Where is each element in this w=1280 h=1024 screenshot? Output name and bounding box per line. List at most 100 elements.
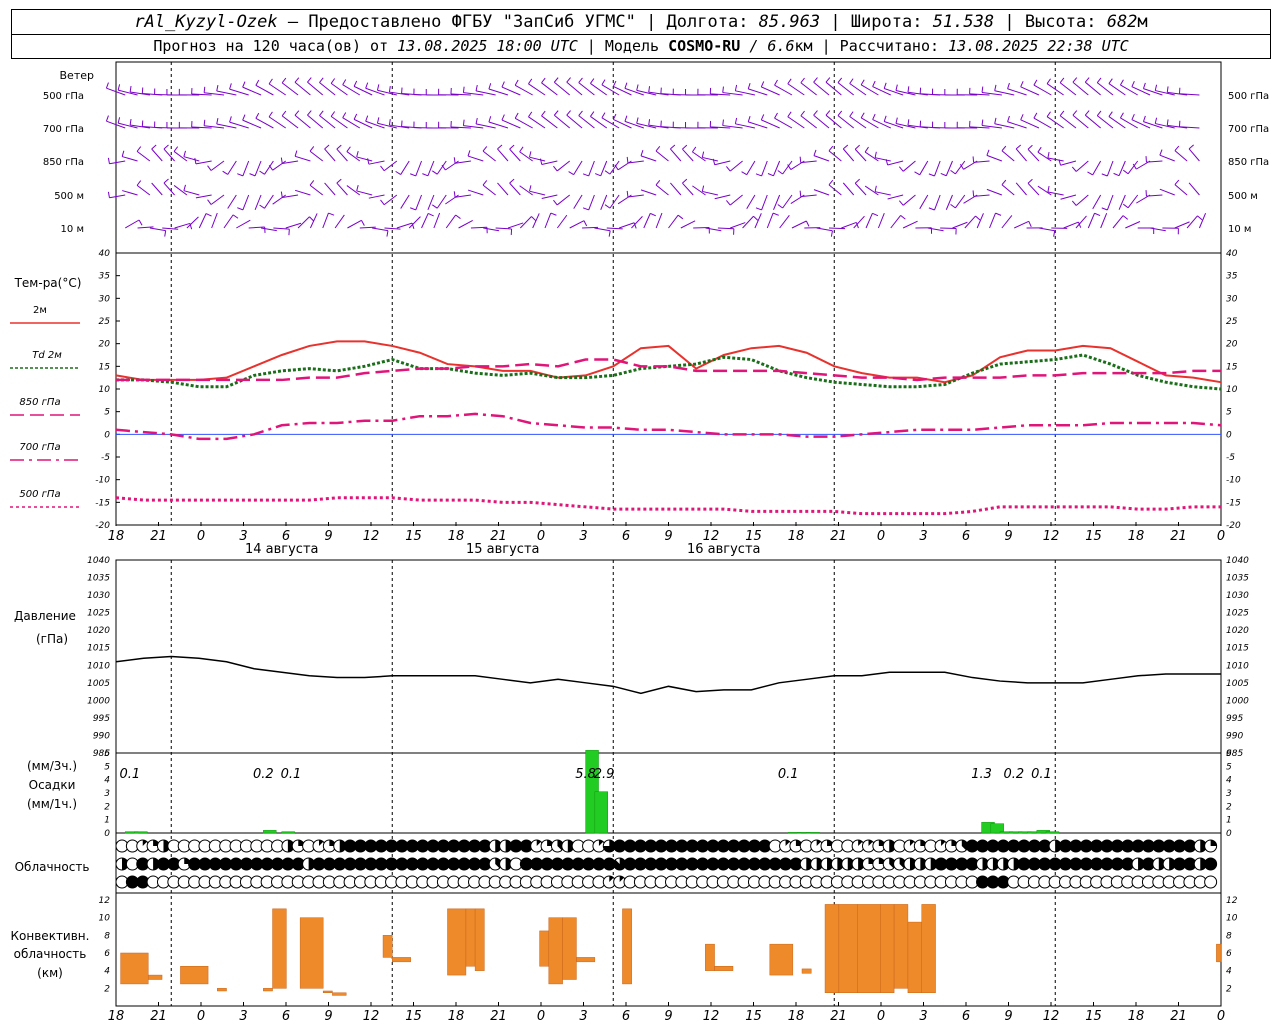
wind-barb-flag bbox=[462, 86, 465, 93]
conv-bar bbox=[824, 904, 840, 994]
wind-barb-flag bbox=[529, 151, 532, 158]
wind-barb bbox=[1112, 215, 1124, 229]
wind-barb bbox=[1188, 182, 1200, 196]
wind-barb-flag bbox=[568, 171, 574, 176]
wind-barb-flag bbox=[650, 212, 656, 217]
temp-y-tick-right: 15 bbox=[1226, 362, 1238, 372]
wind-barb bbox=[162, 227, 179, 230]
wind-barb bbox=[640, 189, 657, 196]
pressure-y-tick-right: 1030 bbox=[1226, 591, 1249, 601]
wind-barb-flag bbox=[151, 144, 157, 150]
wind-barb bbox=[1072, 81, 1089, 96]
time-tick-label-bottom: 9 bbox=[324, 1009, 332, 1024]
wind-barb bbox=[1118, 194, 1126, 210]
wind-barb bbox=[887, 160, 904, 166]
wind-barb bbox=[853, 215, 865, 229]
wind-barb-flag bbox=[173, 146, 179, 152]
wind-barb bbox=[902, 160, 916, 172]
wind-barb-flag bbox=[136, 146, 142, 152]
wind-barb-flag bbox=[259, 204, 265, 209]
meteogram-svg: 18 21 0 3 6 9 12 15 18 21 0 3 6 9 12 15 18 21 0 3 6 9 12 15 18 21… bbox=[10, 61, 1269, 1024]
wind-barb-flag bbox=[726, 200, 731, 206]
precip-y-tick-right: 3 bbox=[1226, 789, 1232, 799]
time-tick-label: 15 bbox=[1085, 529, 1102, 544]
wind-barb bbox=[902, 220, 918, 229]
wind-barb-flag bbox=[842, 144, 849, 150]
wind-barb-flag bbox=[553, 165, 558, 172]
wind-barb-flag bbox=[722, 86, 724, 93]
time-tick-label-bottom: 12 bbox=[363, 1009, 380, 1024]
wind-barb bbox=[415, 194, 423, 211]
wind-barb bbox=[1075, 160, 1089, 172]
wind-barb-flag bbox=[376, 117, 380, 124]
wind-barb-flag bbox=[242, 114, 246, 121]
wind-barb-flag bbox=[441, 164, 446, 171]
wind-barb-flag bbox=[1096, 110, 1102, 116]
wind-barb-flag bbox=[1033, 79, 1038, 86]
wind-barb-flag bbox=[294, 150, 298, 157]
wind-barb bbox=[467, 189, 484, 196]
wind-barb bbox=[569, 220, 585, 229]
wind-barb-flag bbox=[895, 84, 898, 91]
wind-barb bbox=[400, 194, 410, 209]
wind-barb-flag bbox=[163, 144, 169, 150]
time-tick-label-bottom: 18 bbox=[108, 1009, 125, 1024]
wind-barb-flag bbox=[624, 115, 628, 122]
cloud-symbol bbox=[1204, 857, 1218, 871]
temp-y-tick: 35 bbox=[99, 272, 111, 282]
wind-barb-flag bbox=[772, 212, 779, 216]
wind-barb bbox=[254, 194, 262, 211]
time-tick-label: 0 bbox=[1217, 529, 1225, 544]
wind-barb bbox=[813, 114, 830, 129]
wind-barb bbox=[264, 160, 274, 175]
precip-bar bbox=[806, 832, 820, 834]
wind-barb-flag bbox=[872, 80, 876, 87]
wind-barb bbox=[136, 184, 151, 196]
wind-barb bbox=[919, 160, 929, 176]
wind-barb-flag bbox=[395, 170, 401, 175]
time-tick-label: 12 bbox=[363, 529, 380, 544]
wind-barb-flag bbox=[136, 180, 142, 186]
wind-barb bbox=[782, 194, 793, 209]
wind-level-label: 700 гПа bbox=[43, 124, 84, 135]
wind-barb-flag bbox=[972, 190, 975, 197]
wind-barb-flag bbox=[105, 82, 109, 89]
wind-barb bbox=[509, 182, 521, 196]
wind-barb-flag bbox=[677, 214, 684, 220]
wind-barb-flag bbox=[813, 77, 818, 83]
wind-barb-flag bbox=[854, 178, 860, 184]
wind-barb-flag bbox=[268, 78, 273, 85]
time-tick-label: 21 bbox=[830, 529, 847, 544]
wind-barb-flag bbox=[655, 179, 661, 186]
wind-barb-flag bbox=[928, 173, 935, 177]
wind-barb-flag bbox=[514, 112, 519, 119]
wind-barb bbox=[264, 194, 274, 209]
wind-barb bbox=[400, 160, 410, 175]
wind-barb bbox=[1100, 212, 1108, 229]
wind-barb bbox=[1059, 82, 1077, 96]
conv-y-tick: 2 bbox=[104, 984, 110, 994]
wind-barb bbox=[1106, 194, 1114, 211]
wind-barb-flag bbox=[346, 146, 351, 152]
temp-y-tick-right: 40 bbox=[1226, 249, 1238, 259]
wind-barb bbox=[1159, 188, 1175, 196]
wind-barb bbox=[336, 182, 348, 196]
wind-barb bbox=[122, 156, 138, 162]
wind-barb-flag bbox=[431, 204, 438, 209]
wind-barb-flag bbox=[800, 110, 805, 117]
temp-y-tick-right: -10 bbox=[1226, 476, 1241, 486]
conv-y-tick: 8 bbox=[104, 931, 110, 941]
wind-barb-flag bbox=[860, 112, 865, 119]
wind-barb-flag bbox=[995, 212, 1002, 216]
wind-barb bbox=[532, 213, 540, 229]
conv-bar bbox=[217, 988, 227, 992]
time-tick-label: 9 bbox=[324, 529, 332, 544]
wind-barb bbox=[1092, 160, 1102, 176]
wind-barb-flag bbox=[883, 82, 887, 89]
temp-y-tick: -10 bbox=[95, 476, 110, 486]
wind-barb bbox=[210, 160, 225, 171]
wind-barb bbox=[421, 213, 429, 229]
wind-barb-flag bbox=[1047, 185, 1050, 193]
wind-barb-flag bbox=[1154, 84, 1158, 91]
conv-bar bbox=[272, 908, 287, 989]
